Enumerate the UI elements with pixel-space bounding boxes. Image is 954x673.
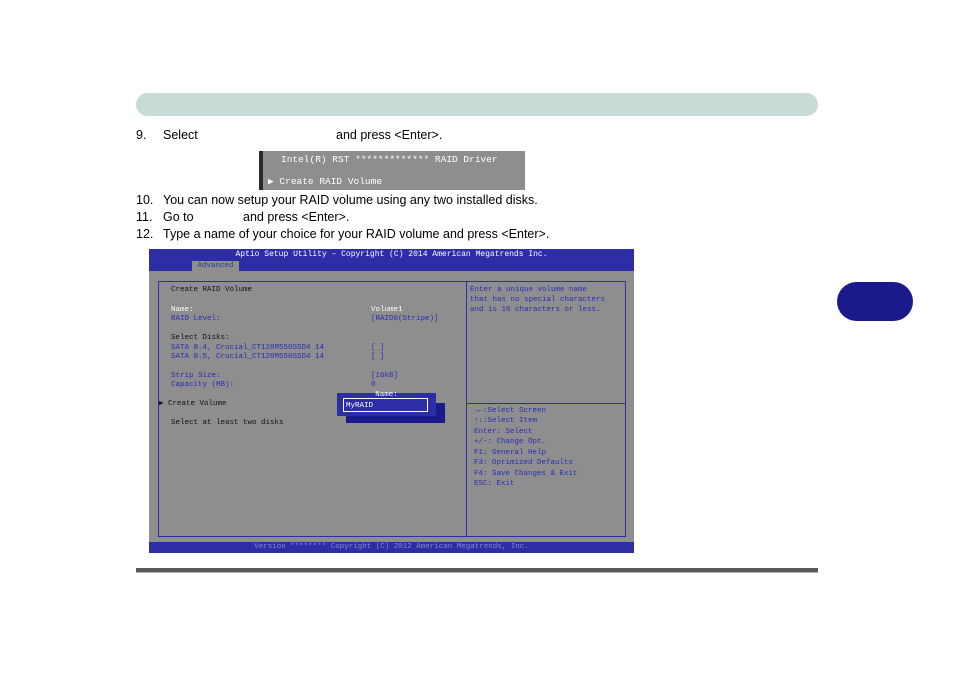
select-disks-label: Select Disks: <box>171 334 230 343</box>
capacity-value[interactable]: 0 <box>371 381 376 390</box>
footer-rule-light <box>136 572 818 573</box>
step-number: 11. <box>136 210 152 224</box>
disk-label[interactable]: SATA 0.4, Crucial_CT128M550SSD4 14 <box>171 344 324 353</box>
key-hint: F4: Save Changes & Exit <box>474 470 578 479</box>
disk-checkbox[interactable]: [ ] <box>371 353 385 362</box>
bios-footer-text: Version ******** Copyright (C) 2012 Amer… <box>149 543 634 551</box>
raid-level-value[interactable]: [RAID0(Stripe)] <box>371 315 439 324</box>
raid-level-label[interactable]: RAID Level: <box>171 315 221 324</box>
create-volume-item[interactable]: ▶ Create Volume <box>159 400 227 409</box>
tab-advanced[interactable]: Advanced <box>192 261 239 271</box>
help-separator <box>466 403 626 404</box>
bios-snippet: Intel(R) RST ************* RAID Driver ▶… <box>259 151 525 190</box>
key-hint: Enter: Select <box>474 428 533 437</box>
key-hint: ↑↓:Select Item <box>474 417 537 426</box>
name-input[interactable]: MyRAID <box>346 402 373 410</box>
chapter-tab <box>837 282 913 321</box>
name-value: Volume1 <box>371 306 403 315</box>
capacity-label[interactable]: Capacity (MB): <box>171 381 234 390</box>
name-label[interactable]: Name: <box>171 306 194 315</box>
name-popup: Name: MyRAID <box>337 393 436 416</box>
snippet-driver-line: Intel(R) RST ************* RAID Driver <box>281 154 498 165</box>
header-bar <box>136 93 818 116</box>
disk-checkbox[interactable]: [ ] <box>371 344 385 353</box>
step-text: Select <box>163 128 198 142</box>
step-text-after: and press <Enter>. <box>243 210 349 224</box>
step-number: 12. <box>136 227 153 241</box>
strip-size-value[interactable]: [16kB] <box>371 372 398 381</box>
key-hint: ESC: Exit <box>474 480 515 489</box>
step-text: You can now setup your RAID volume using… <box>163 193 538 207</box>
step-text: Type a name of your choice for your RAID… <box>163 227 549 241</box>
key-hint: →←:Select Screen <box>474 407 546 416</box>
snippet-edge <box>259 151 263 190</box>
hint-select-disks: Select at least two disks <box>171 419 284 428</box>
strip-size-label[interactable]: Strip Size: <box>171 372 221 381</box>
help-text-line: that has no special characters <box>470 296 605 305</box>
bios-title: Aptio Setup Utility – Copyright (C) 2014… <box>149 250 634 259</box>
heading-create-raid-volume: Create RAID Volume <box>171 286 252 295</box>
snippet-create-raid-volume[interactable]: ▶ Create RAID Volume <box>268 176 382 187</box>
disk-label[interactable]: SATA 0.5, Crucial_CT128M550SSD4 14 <box>171 353 324 362</box>
help-text-line: and is 16 characters or less. <box>470 306 601 315</box>
step-text-after: and press <Enter>. <box>336 128 442 142</box>
key-hint: F3: Optimized Defaults <box>474 459 573 468</box>
key-hint: +/-: Change Opt. <box>474 438 546 447</box>
key-hint: F1: General Help <box>474 449 546 458</box>
step-number: 9. <box>136 128 146 142</box>
help-text-line: Enter a unique volume name <box>470 286 587 295</box>
step-text: Go to <box>163 210 194 224</box>
popup-label: Name: <box>337 391 436 399</box>
step-number: 10. <box>136 193 153 207</box>
bios-screen: Aptio Setup Utility – Copyright (C) 2014… <box>149 249 634 553</box>
